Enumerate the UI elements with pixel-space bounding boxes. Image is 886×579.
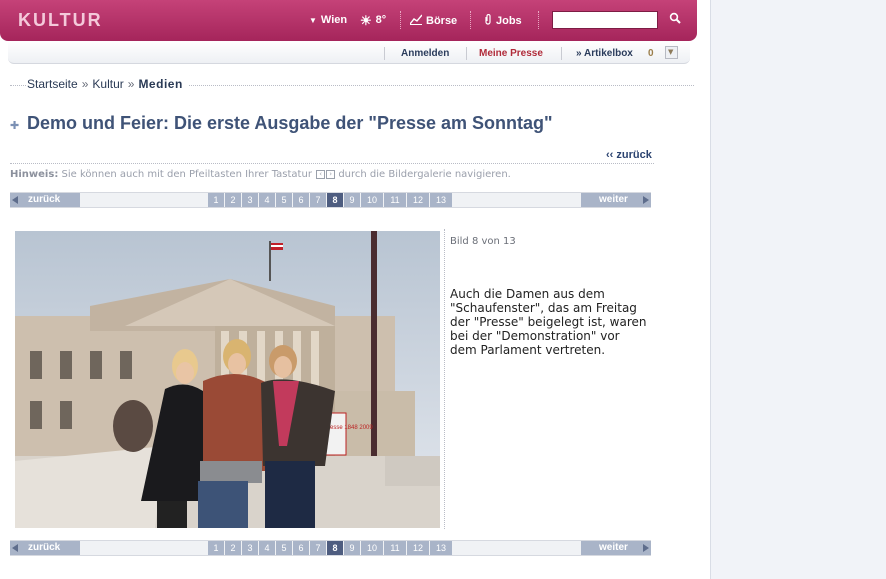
page-number-button[interactable]: 7 <box>310 193 326 207</box>
location-label: Wien <box>320 14 348 26</box>
hint-text-after: durch die Bildergalerie navigieren. <box>338 169 511 180</box>
page-number-button[interactable]: 11 <box>384 193 406 207</box>
keyboard-hint: Hinweis: Sie können auch mit den Pfeilta… <box>10 169 511 180</box>
prev-label: zurück <box>28 542 61 553</box>
breadcrumb-medien: Medien <box>138 77 183 91</box>
next-label: weiter <box>599 194 628 205</box>
page-numbers: 1 2 3 4 5 6 7 8 9 10 11 12 13 <box>208 193 452 207</box>
right-sidebar <box>710 0 886 579</box>
divider <box>561 47 562 60</box>
divider <box>466 47 467 60</box>
page-number-button[interactable]: 8 <box>327 541 343 555</box>
divider <box>384 47 385 60</box>
chart-icon <box>409 14 423 28</box>
page-number-button[interactable]: 6 <box>293 541 309 555</box>
sun-icon: ☀ <box>360 12 372 28</box>
temperature-label: 8° <box>375 14 387 26</box>
hint-label: Hinweis: <box>10 169 59 180</box>
page-number-button[interactable]: 6 <box>293 193 309 207</box>
search-icon[interactable] <box>669 11 683 25</box>
chevron-down-icon: ▼ <box>668 48 674 56</box>
site-header: KULTUR ▼ Wien ☀ 8° Börse Jobs <box>0 0 697 41</box>
back-link[interactable]: ‹‹ zurück <box>606 149 652 161</box>
page-number-button[interactable]: 13 <box>430 193 452 207</box>
artikelbox-dropdown-button[interactable]: ▼ <box>665 46 678 59</box>
arrow-left-key-icon: ‹ <box>316 169 326 179</box>
boerse-link[interactable]: Börse <box>409 14 458 28</box>
jobs-label: Jobs <box>496 15 522 27</box>
page-number-button[interactable]: 1 <box>208 541 224 555</box>
page-number-button[interactable]: 1 <box>208 193 224 207</box>
weather-widget[interactable]: ☀ 8° <box>360 12 387 28</box>
page-number-button[interactable]: 2 <box>225 193 241 207</box>
page-number-button[interactable]: 13 <box>430 541 452 555</box>
artikelbox-link[interactable]: » Artikelbox <box>576 48 633 59</box>
user-bar: Anmelden Meine Presse » Artikelbox 0 ▼ <box>8 41 690 64</box>
page-number-button[interactable]: 3 <box>242 541 258 555</box>
section-title: KULTUR <box>18 10 103 30</box>
page-number-button[interactable]: 5 <box>276 193 292 207</box>
page-number-button[interactable]: 4 <box>259 541 275 555</box>
page-number-button[interactable]: 7 <box>310 541 326 555</box>
page-number-button[interactable]: 10 <box>361 541 383 555</box>
artikelbox-count: 0 <box>648 48 654 59</box>
page-number-button[interactable]: 5 <box>276 541 292 555</box>
page-number-button[interactable]: 9 <box>344 193 360 207</box>
jobs-link[interactable]: Jobs <box>484 13 522 28</box>
prev-button[interactable]: zurück <box>10 193 80 207</box>
arrow-right-key-icon: › <box>326 169 336 179</box>
next-label: weiter <box>599 542 628 553</box>
gallery-pager-top: zurück 1 2 3 4 5 6 7 8 9 10 11 12 13 weiter <box>10 192 651 208</box>
breadcrumb: Startseite» Kultur» Medien <box>27 77 189 91</box>
next-button[interactable]: weiter <box>581 541 651 555</box>
hint-text-before: Sie können auch mit den Pfeiltasten Ihre… <box>61 169 312 180</box>
arrow-left-icon <box>12 544 18 552</box>
plus-icon: ✚ <box>10 119 20 132</box>
boerse-label: Börse <box>426 15 458 27</box>
gallery-pager-bottom: zurück 1 2 3 4 5 6 7 8 9 10 11 12 13 weiter <box>10 540 651 556</box>
page-title: Demo und Feier: Die erste Ausgabe der "P… <box>27 113 553 133</box>
next-button[interactable]: weiter <box>581 193 651 207</box>
gallery-image: Presse 1848 2009 <box>15 231 440 528</box>
page-number-button[interactable]: 3 <box>242 193 258 207</box>
breadcrumb-kultur[interactable]: Kultur <box>92 77 123 91</box>
arrow-right-icon <box>643 196 649 204</box>
divider <box>10 163 654 164</box>
page-number-button[interactable]: 12 <box>407 541 429 555</box>
prev-button[interactable]: zurück <box>10 541 80 555</box>
arrow-left-icon <box>12 196 18 204</box>
divider <box>538 11 539 29</box>
image-caption: Auch die Damen aus dem "Schaufenster", d… <box>450 287 647 357</box>
search-input[interactable] <box>552 11 658 29</box>
arrow-right-icon <box>643 544 649 552</box>
divider <box>444 229 445 529</box>
page-number-button[interactable]: 10 <box>361 193 383 207</box>
page-number-button[interactable]: 11 <box>384 541 406 555</box>
page: KULTUR ▼ Wien ☀ 8° Börse Jobs Anmelden M… <box>0 0 710 579</box>
divider <box>470 11 471 29</box>
page-number-button[interactable]: 2 <box>225 541 241 555</box>
page-number-button[interactable]: 12 <box>407 193 429 207</box>
login-link[interactable]: Anmelden <box>401 48 449 59</box>
poster-text: Presse 1848 2009 <box>324 425 373 431</box>
prev-label: zurück <box>28 194 61 205</box>
breadcrumb-startseite[interactable]: Startseite <box>27 77 78 91</box>
my-presse-link[interactable]: Meine Presse <box>479 48 543 59</box>
page-numbers: 1 2 3 4 5 6 7 8 9 10 11 12 13 <box>208 541 452 555</box>
page-number-button[interactable]: 8 <box>327 193 343 207</box>
caret-down-icon: ▼ <box>309 15 317 25</box>
location-selector[interactable]: ▼ Wien <box>309 14 347 26</box>
divider <box>400 11 401 29</box>
image-counter: Bild 8 von 13 <box>450 236 516 247</box>
page-number-button[interactable]: 4 <box>259 193 275 207</box>
page-number-button[interactable]: 9 <box>344 541 360 555</box>
paperclip-icon <box>484 13 492 28</box>
